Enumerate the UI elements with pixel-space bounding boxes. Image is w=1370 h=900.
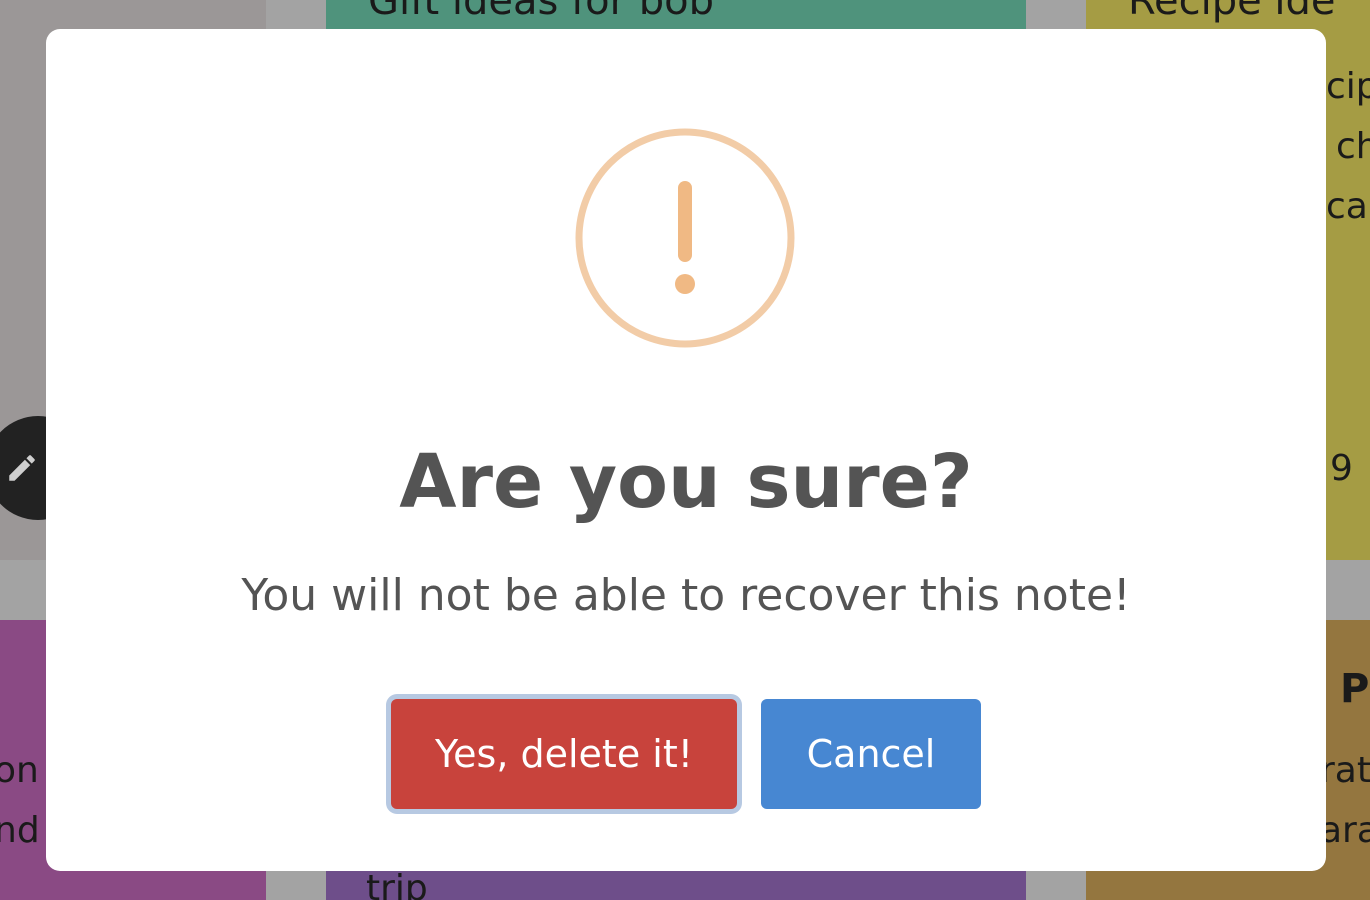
dialog-title: Are you sure? <box>399 439 973 525</box>
note-text-line: ca <box>1326 186 1368 227</box>
note-text-line: trip <box>366 868 428 900</box>
note-title: Recipe ide <box>1128 0 1336 24</box>
note-text-line: 9 <box>1330 448 1353 489</box>
warning-exclamation-icon <box>575 128 795 348</box>
cancel-button[interactable]: Cancel <box>761 699 981 809</box>
confirm-delete-button[interactable]: Yes, delete it! <box>391 699 737 809</box>
note-title: P <box>1340 666 1370 712</box>
dialog-message: You will not be able to recover this not… <box>241 570 1131 621</box>
delete-confirmation-dialog: Are you sure? You will not be able to re… <box>46 29 1326 871</box>
note-text-line: ch <box>1336 126 1370 167</box>
note-text-line: on <box>0 750 39 791</box>
note-text-line: rati <box>1320 750 1370 791</box>
note-text-line: cip <box>1326 66 1370 107</box>
note-text-line: nd <box>0 810 40 851</box>
pencil-icon <box>9 455 35 481</box>
note-text-line: ara <box>1320 810 1370 851</box>
note-title: Gift ideas for bob <box>368 0 715 24</box>
